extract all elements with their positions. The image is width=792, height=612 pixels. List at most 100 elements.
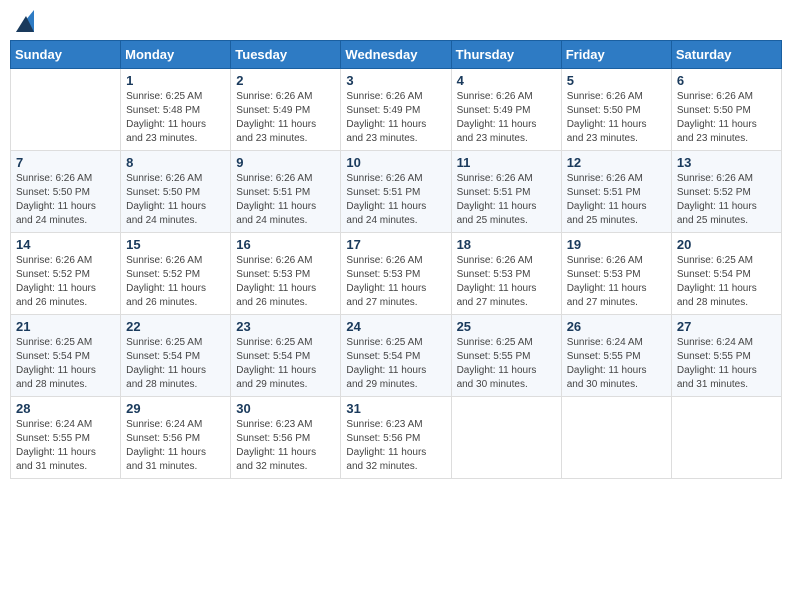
day-info: Sunrise: 6:26 AM Sunset: 5:51 PM Dayligh… bbox=[567, 172, 666, 228]
day-number: 19 bbox=[567, 237, 666, 252]
day-info: Sunrise: 6:24 AM Sunset: 5:55 PM Dayligh… bbox=[16, 418, 115, 474]
day-info: Sunrise: 6:26 AM Sunset: 5:51 PM Dayligh… bbox=[236, 172, 335, 228]
weekday-header: Saturday bbox=[671, 41, 781, 69]
day-number: 22 bbox=[126, 319, 225, 334]
day-number: 23 bbox=[236, 319, 335, 334]
calendar-cell: 28 Sunrise: 6:24 AM Sunset: 5:55 PM Dayli… bbox=[11, 397, 121, 479]
calendar-week-row: 7 Sunrise: 6:26 AM Sunset: 5:50 PM Daylig… bbox=[11, 151, 782, 233]
calendar-cell: 2 Sunrise: 6:26 AM Sunset: 5:49 PM Daylig… bbox=[231, 69, 341, 151]
day-number: 5 bbox=[567, 73, 666, 88]
calendar-cell: 23 Sunrise: 6:25 AM Sunset: 5:54 PM Dayli… bbox=[231, 315, 341, 397]
day-info: Sunrise: 6:26 AM Sunset: 5:50 PM Dayligh… bbox=[16, 172, 115, 228]
logo bbox=[15, 10, 35, 32]
day-info: Sunrise: 6:26 AM Sunset: 5:53 PM Dayligh… bbox=[236, 254, 335, 310]
day-number: 17 bbox=[346, 237, 445, 252]
day-info: Sunrise: 6:26 AM Sunset: 5:50 PM Dayligh… bbox=[567, 90, 666, 146]
calendar-cell: 7 Sunrise: 6:26 AM Sunset: 5:50 PM Daylig… bbox=[11, 151, 121, 233]
calendar-cell: 25 Sunrise: 6:25 AM Sunset: 5:55 PM Dayli… bbox=[451, 315, 561, 397]
day-info: Sunrise: 6:26 AM Sunset: 5:53 PM Dayligh… bbox=[346, 254, 445, 310]
day-info: Sunrise: 6:25 AM Sunset: 5:48 PM Dayligh… bbox=[126, 90, 225, 146]
day-info: Sunrise: 6:26 AM Sunset: 5:49 PM Dayligh… bbox=[236, 90, 335, 146]
day-number: 31 bbox=[346, 401, 445, 416]
calendar-cell: 12 Sunrise: 6:26 AM Sunset: 5:51 PM Dayli… bbox=[561, 151, 671, 233]
day-info: Sunrise: 6:26 AM Sunset: 5:49 PM Dayligh… bbox=[457, 90, 556, 146]
day-number: 10 bbox=[346, 155, 445, 170]
day-info: Sunrise: 6:25 AM Sunset: 5:55 PM Dayligh… bbox=[457, 336, 556, 392]
day-number: 6 bbox=[677, 73, 776, 88]
calendar-cell: 3 Sunrise: 6:26 AM Sunset: 5:49 PM Daylig… bbox=[341, 69, 451, 151]
calendar-cell: 26 Sunrise: 6:24 AM Sunset: 5:55 PM Dayli… bbox=[561, 315, 671, 397]
day-info: Sunrise: 6:26 AM Sunset: 5:52 PM Dayligh… bbox=[126, 254, 225, 310]
day-number: 21 bbox=[16, 319, 115, 334]
calendar-cell: 4 Sunrise: 6:26 AM Sunset: 5:49 PM Daylig… bbox=[451, 69, 561, 151]
day-number: 8 bbox=[126, 155, 225, 170]
day-info: Sunrise: 6:25 AM Sunset: 5:54 PM Dayligh… bbox=[126, 336, 225, 392]
day-number: 24 bbox=[346, 319, 445, 334]
calendar-cell: 29 Sunrise: 6:24 AM Sunset: 5:56 PM Dayli… bbox=[121, 397, 231, 479]
day-info: Sunrise: 6:26 AM Sunset: 5:51 PM Dayligh… bbox=[346, 172, 445, 228]
day-number: 25 bbox=[457, 319, 556, 334]
day-info: Sunrise: 6:25 AM Sunset: 5:54 PM Dayligh… bbox=[677, 254, 776, 310]
calendar-table: SundayMondayTuesdayWednesdayThursdayFrid… bbox=[10, 40, 782, 479]
calendar-cell: 30 Sunrise: 6:23 AM Sunset: 5:56 PM Dayli… bbox=[231, 397, 341, 479]
calendar-week-row: 14 Sunrise: 6:26 AM Sunset: 5:52 PM Dayli… bbox=[11, 233, 782, 315]
weekday-header: Wednesday bbox=[341, 41, 451, 69]
day-number: 14 bbox=[16, 237, 115, 252]
calendar-cell: 5 Sunrise: 6:26 AM Sunset: 5:50 PM Daylig… bbox=[561, 69, 671, 151]
day-info: Sunrise: 6:26 AM Sunset: 5:50 PM Dayligh… bbox=[677, 90, 776, 146]
weekday-header: Friday bbox=[561, 41, 671, 69]
calendar-cell: 15 Sunrise: 6:26 AM Sunset: 5:52 PM Dayli… bbox=[121, 233, 231, 315]
day-info: Sunrise: 6:25 AM Sunset: 5:54 PM Dayligh… bbox=[346, 336, 445, 392]
calendar-week-row: 28 Sunrise: 6:24 AM Sunset: 5:55 PM Dayli… bbox=[11, 397, 782, 479]
day-info: Sunrise: 6:23 AM Sunset: 5:56 PM Dayligh… bbox=[346, 418, 445, 474]
calendar-week-row: 1 Sunrise: 6:25 AM Sunset: 5:48 PM Daylig… bbox=[11, 69, 782, 151]
day-number: 18 bbox=[457, 237, 556, 252]
calendar-cell: 24 Sunrise: 6:25 AM Sunset: 5:54 PM Dayli… bbox=[341, 315, 451, 397]
calendar-cell: 8 Sunrise: 6:26 AM Sunset: 5:50 PM Daylig… bbox=[121, 151, 231, 233]
day-number: 28 bbox=[16, 401, 115, 416]
day-number: 26 bbox=[567, 319, 666, 334]
calendar-cell: 11Sunrise: 6:26 AM Sunset: 5:51 PM Dayli… bbox=[451, 151, 561, 233]
day-number: 15 bbox=[126, 237, 225, 252]
calendar-cell: 21Sunrise: 6:25 AM Sunset: 5:54 PM Dayli… bbox=[11, 315, 121, 397]
logo-icon bbox=[16, 10, 34, 32]
calendar-cell: 20 Sunrise: 6:25 AM Sunset: 5:54 PM Dayli… bbox=[671, 233, 781, 315]
calendar-cell: 22 Sunrise: 6:25 AM Sunset: 5:54 PM Dayli… bbox=[121, 315, 231, 397]
day-number: 7 bbox=[16, 155, 115, 170]
weekday-header: Tuesday bbox=[231, 41, 341, 69]
day-info: Sunrise: 6:24 AM Sunset: 5:56 PM Dayligh… bbox=[126, 418, 225, 474]
day-info: Sunrise: 6:26 AM Sunset: 5:50 PM Dayligh… bbox=[126, 172, 225, 228]
calendar-cell bbox=[451, 397, 561, 479]
day-number: 30 bbox=[236, 401, 335, 416]
weekday-header: Monday bbox=[121, 41, 231, 69]
day-number: 3 bbox=[346, 73, 445, 88]
calendar-cell: 27 Sunrise: 6:24 AM Sunset: 5:55 PM Dayli… bbox=[671, 315, 781, 397]
day-number: 12 bbox=[567, 155, 666, 170]
weekday-header-row: SundayMondayTuesdayWednesdayThursdayFrid… bbox=[11, 41, 782, 69]
day-info: Sunrise: 6:26 AM Sunset: 5:53 PM Dayligh… bbox=[457, 254, 556, 310]
weekday-header: Sunday bbox=[11, 41, 121, 69]
calendar-cell: 10 Sunrise: 6:26 AM Sunset: 5:51 PM Dayli… bbox=[341, 151, 451, 233]
day-info: Sunrise: 6:23 AM Sunset: 5:56 PM Dayligh… bbox=[236, 418, 335, 474]
calendar-week-row: 21 Sunrise: 6:25 AM Sunset: 5:54 PM Dayli… bbox=[11, 315, 782, 397]
day-info: Sunrise: 6:25 AM Sunset: 5:54 PM Dayligh… bbox=[236, 336, 335, 392]
day-number: 20 bbox=[677, 237, 776, 252]
day-info: Sunrise: 6:24 AM Sunset: 5:55 PM Dayligh… bbox=[567, 336, 666, 392]
calendar-cell: 6 Sunrise: 6:26 AM Sunset: 5:50 PM Daylig… bbox=[671, 69, 781, 151]
day-number: 16 bbox=[236, 237, 335, 252]
day-info: Sunrise: 6:26 AM Sunset: 5:53 PM Dayligh… bbox=[567, 254, 666, 310]
calendar-cell: 31 Sunrise: 6:23 AM Sunset: 5:56 PM Dayli… bbox=[341, 397, 451, 479]
weekday-header: Thursday bbox=[451, 41, 561, 69]
day-info: Sunrise: 6:24 AM Sunset: 5:55 PM Dayligh… bbox=[677, 336, 776, 392]
day-number: 4 bbox=[457, 73, 556, 88]
day-number: 11 bbox=[457, 155, 556, 170]
calendar-cell: 14Sunrise: 6:26 AM Sunset: 5:52 PM Dayli… bbox=[11, 233, 121, 315]
day-number: 27 bbox=[677, 319, 776, 334]
calendar-cell bbox=[561, 397, 671, 479]
day-info: Sunrise: 6:26 AM Sunset: 5:49 PM Dayligh… bbox=[346, 90, 445, 146]
day-number: 29 bbox=[126, 401, 225, 416]
day-number: 13 bbox=[677, 155, 776, 170]
calendar-cell: 1 Sunrise: 6:25 AM Sunset: 5:48 PM Daylig… bbox=[121, 69, 231, 151]
day-number: 1 bbox=[126, 73, 225, 88]
day-number: 2 bbox=[236, 73, 335, 88]
